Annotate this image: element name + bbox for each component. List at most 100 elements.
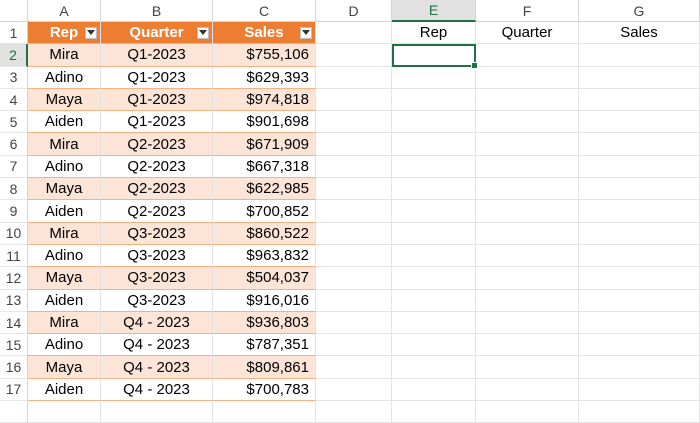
cell[interactable]	[579, 66, 700, 89]
row-header[interactable]: 17	[0, 378, 28, 402]
side-header-sales[interactable]: Sales	[579, 22, 700, 45]
table-cell-rep[interactable]: Aiden	[28, 111, 101, 134]
row-header[interactable]: 7	[0, 155, 28, 179]
row-header[interactable]: 13	[0, 289, 28, 312]
column-header-g[interactable]: G	[579, 0, 700, 22]
table-cell-quarter[interactable]: Q3-2023	[101, 244, 213, 268]
table-cell-sales[interactable]: $700,852	[213, 200, 316, 223]
table-cell-quarter[interactable]: Q4 - 2023	[101, 311, 213, 335]
table-cell-sales[interactable]: $974,818	[213, 88, 316, 112]
select-all-corner[interactable]	[0, 0, 28, 22]
cell[interactable]	[579, 311, 700, 335]
table-cell-rep[interactable]: Aiden	[28, 200, 101, 223]
table-cell-sales[interactable]: $936,803	[213, 311, 316, 335]
table-cell-sales[interactable]: $916,016	[213, 289, 316, 312]
cell[interactable]	[476, 155, 579, 179]
column-header-b[interactable]: B	[101, 0, 213, 22]
table-cell-sales[interactable]: $667,318	[213, 155, 316, 179]
cell[interactable]	[316, 289, 392, 312]
table-cell-rep[interactable]: Maya	[28, 356, 101, 379]
cell[interactable]	[579, 200, 700, 223]
table-cell-quarter[interactable]: Q1-2023	[101, 44, 213, 67]
cell[interactable]	[579, 44, 700, 67]
row-header[interactable]: 14	[0, 311, 28, 335]
cell[interactable]	[579, 356, 700, 379]
table-cell-rep[interactable]: Adino	[28, 155, 101, 179]
cell[interactable]	[316, 66, 392, 89]
cell[interactable]	[579, 178, 700, 201]
cell[interactable]	[579, 378, 700, 402]
table-cell-quarter[interactable]: Q2-2023	[101, 133, 213, 156]
cell[interactable]	[476, 267, 579, 290]
table-cell-rep[interactable]: Adino	[28, 334, 101, 357]
table-cell-quarter[interactable]: Q4 - 2023	[101, 356, 213, 379]
cell[interactable]	[579, 401, 700, 423]
table-cell-sales[interactable]: $787,351	[213, 334, 316, 357]
table-cell-quarter[interactable]: Q3-2023	[101, 289, 213, 312]
cell[interactable]	[316, 22, 392, 45]
table-cell-rep[interactable]: Mira	[28, 44, 101, 67]
row-header[interactable]: 6	[0, 133, 28, 156]
table-cell-quarter[interactable]: Q3-2023	[101, 222, 213, 245]
table-cell-sales[interactable]: $622,985	[213, 178, 316, 201]
cell[interactable]	[392, 133, 476, 156]
cell[interactable]	[392, 111, 476, 134]
row-header[interactable]: 11	[0, 244, 28, 268]
row-header[interactable]: 2	[0, 44, 28, 67]
table-cell-rep[interactable]: Adino	[28, 244, 101, 268]
table-cell-quarter[interactable]: Q4 - 2023	[101, 378, 213, 402]
table-cell-sales[interactable]: $963,832	[213, 244, 316, 268]
table-cell-rep[interactable]: Maya	[28, 88, 101, 112]
column-header-c[interactable]: C	[213, 0, 316, 22]
cell[interactable]	[476, 356, 579, 379]
filter-dropdown-icon[interactable]	[197, 26, 209, 39]
table-cell-quarter[interactable]: Q2-2023	[101, 155, 213, 179]
cell[interactable]	[316, 378, 392, 402]
cell[interactable]	[476, 334, 579, 357]
cell[interactable]	[476, 111, 579, 134]
table-header-sales[interactable]: Sales	[213, 22, 316, 45]
row-header[interactable]: 5	[0, 111, 28, 134]
cell[interactable]	[476, 200, 579, 223]
table-cell-quarter[interactable]: Q2-2023	[101, 178, 213, 201]
cell[interactable]	[392, 289, 476, 312]
cell[interactable]	[476, 88, 579, 112]
table-cell-quarter[interactable]: Q1-2023	[101, 66, 213, 89]
cell[interactable]	[476, 178, 579, 201]
cell[interactable]	[392, 267, 476, 290]
cell[interactable]	[476, 244, 579, 268]
cell[interactable]	[316, 356, 392, 379]
table-cell-quarter[interactable]: Q1-2023	[101, 88, 213, 112]
cell[interactable]	[392, 155, 476, 179]
cell[interactable]	[316, 401, 392, 423]
cell[interactable]	[476, 44, 579, 67]
cell[interactable]	[392, 88, 476, 112]
cell[interactable]	[316, 267, 392, 290]
cell[interactable]	[476, 378, 579, 402]
filter-dropdown-icon[interactable]	[300, 26, 312, 39]
cell[interactable]	[392, 378, 476, 402]
cell[interactable]	[476, 222, 579, 245]
row-header[interactable]: 16	[0, 356, 28, 379]
side-header-rep[interactable]: Rep	[392, 22, 476, 45]
cell[interactable]	[392, 178, 476, 201]
table-cell-rep[interactable]: Mira	[28, 311, 101, 335]
table-cell-rep[interactable]: Adino	[28, 66, 101, 89]
cell[interactable]	[392, 401, 476, 423]
column-header-d[interactable]: D	[316, 0, 392, 22]
table-cell-rep[interactable]: Aiden	[28, 289, 101, 312]
table-cell-quarter[interactable]: Q3-2023	[101, 267, 213, 290]
row-header[interactable]: 4	[0, 88, 28, 112]
row-header[interactable]	[0, 401, 28, 423]
cell[interactable]	[579, 133, 700, 156]
table-cell-sales[interactable]: $901,698	[213, 111, 316, 134]
table-cell-sales[interactable]: $755,106	[213, 44, 316, 67]
cell[interactable]	[316, 111, 392, 134]
cell[interactable]	[579, 222, 700, 245]
table-cell-rep[interactable]: Aiden	[28, 378, 101, 402]
cell[interactable]	[392, 356, 476, 379]
cell[interactable]	[316, 244, 392, 268]
table-header-rep[interactable]: Rep	[28, 22, 101, 45]
table-cell-sales[interactable]: $809,861	[213, 356, 316, 379]
cell[interactable]	[316, 311, 392, 335]
